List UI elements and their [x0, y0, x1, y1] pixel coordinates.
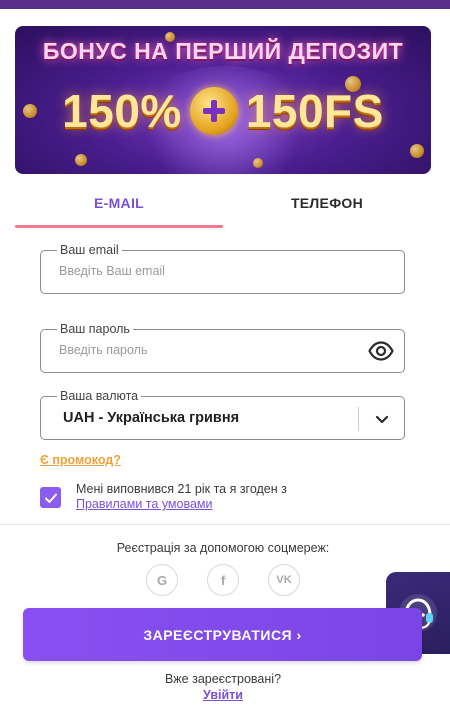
- checkmark-icon: [44, 493, 57, 503]
- email-input[interactable]: [59, 264, 359, 278]
- facebook-icon: f: [220, 572, 226, 588]
- currency-value: UAH - Українська гривня: [63, 410, 240, 426]
- coin-decoration: [410, 144, 424, 158]
- login-link[interactable]: Увійти: [0, 688, 446, 702]
- vk-button[interactable]: VK: [268, 564, 300, 596]
- register-button[interactable]: ЗАРЕЄСТРУВАТИСЯ ›: [23, 608, 422, 661]
- bonus-banner[interactable]: БОНУС НА ПЕРШИЙ ДЕПОЗИТ 150% 150FS: [15, 26, 431, 174]
- already-registered-text: Вже зареєстровані?: [164, 672, 282, 686]
- password-label: Ваш пароль: [57, 321, 133, 337]
- currency-select[interactable]: Ваша валюта UAH - Українська гривня: [40, 388, 405, 440]
- banner-offer: 150% 150FS: [15, 84, 431, 138]
- section-divider: [0, 524, 450, 525]
- age-agreement-checkbox[interactable]: [40, 487, 61, 508]
- coin-decoration: [75, 154, 87, 166]
- chevron-down-icon[interactable]: [374, 411, 390, 427]
- eye-icon[interactable]: [368, 340, 394, 362]
- tab-email[interactable]: E-MAIL: [15, 186, 223, 228]
- select-divider: [358, 407, 359, 431]
- banner-offer-freespins: 150FS: [245, 85, 384, 137]
- google-icon: G: [156, 572, 168, 588]
- password-field: Ваш пароль: [40, 321, 405, 373]
- social-buttons: G f VK: [146, 564, 300, 596]
- vk-icon: VK: [276, 574, 292, 586]
- google-button[interactable]: G: [146, 564, 178, 596]
- plus-icon: [189, 87, 238, 135]
- top-header-strip: [0, 0, 450, 9]
- banner-headline: БОНУС НА ПЕРШИЙ ДЕПОЗИТ: [42, 38, 404, 64]
- email-label: Ваш email: [57, 242, 122, 258]
- social-signup-title: Реєстрація за допомогою соцмереж:: [116, 541, 330, 555]
- tab-phone[interactable]: ТЕЛЕФОН: [223, 186, 431, 228]
- currency-label: Ваша валюта: [57, 388, 142, 404]
- promo-code-link[interactable]: Є промокод?: [40, 453, 121, 467]
- banner-offer-percent: 150%: [62, 85, 182, 137]
- terms-link[interactable]: Правилами та умовами: [76, 497, 213, 512]
- password-input[interactable]: [59, 343, 359, 357]
- agreement-text: Мені виповнився 21 рік та я згоден з Пра…: [76, 482, 287, 512]
- agreement-statement: Мені виповнився 21 рік та я згоден з: [76, 482, 287, 496]
- signup-method-tabs: E-MAIL ТЕЛЕФОН: [15, 186, 431, 228]
- facebook-button[interactable]: f: [207, 564, 239, 596]
- email-field: Ваш email: [40, 242, 405, 294]
- coin-decoration: [253, 158, 263, 168]
